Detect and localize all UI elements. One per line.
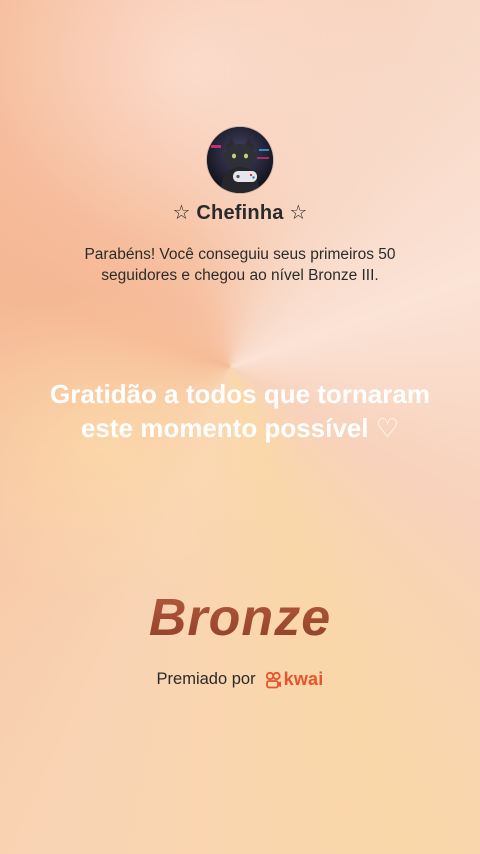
kwai-brand[interactable]: kwai (264, 669, 324, 690)
level-badge-title: Bronze (0, 588, 480, 648)
user-avatar-photo-icon (207, 127, 273, 193)
congrats-message: Parabéns! Você conseguiu seus primeiros … (84, 246, 396, 284)
avatar[interactable] (207, 127, 273, 193)
username: ☆ Chefinha ☆ (172, 202, 308, 224)
kwai-wordmark: kwai (283, 669, 324, 689)
gratitude-message: Gratidão a todos que tornaram este momen… (50, 379, 430, 443)
milestone-card: ☆ Chefinha ☆ Parabéns! Você conseguiu se… (0, 0, 480, 854)
awarded-by-label: Premiado por (156, 670, 256, 688)
kwai-logo-icon (264, 671, 282, 689)
awarded-by-line: Premiado por kwai (0, 669, 480, 690)
